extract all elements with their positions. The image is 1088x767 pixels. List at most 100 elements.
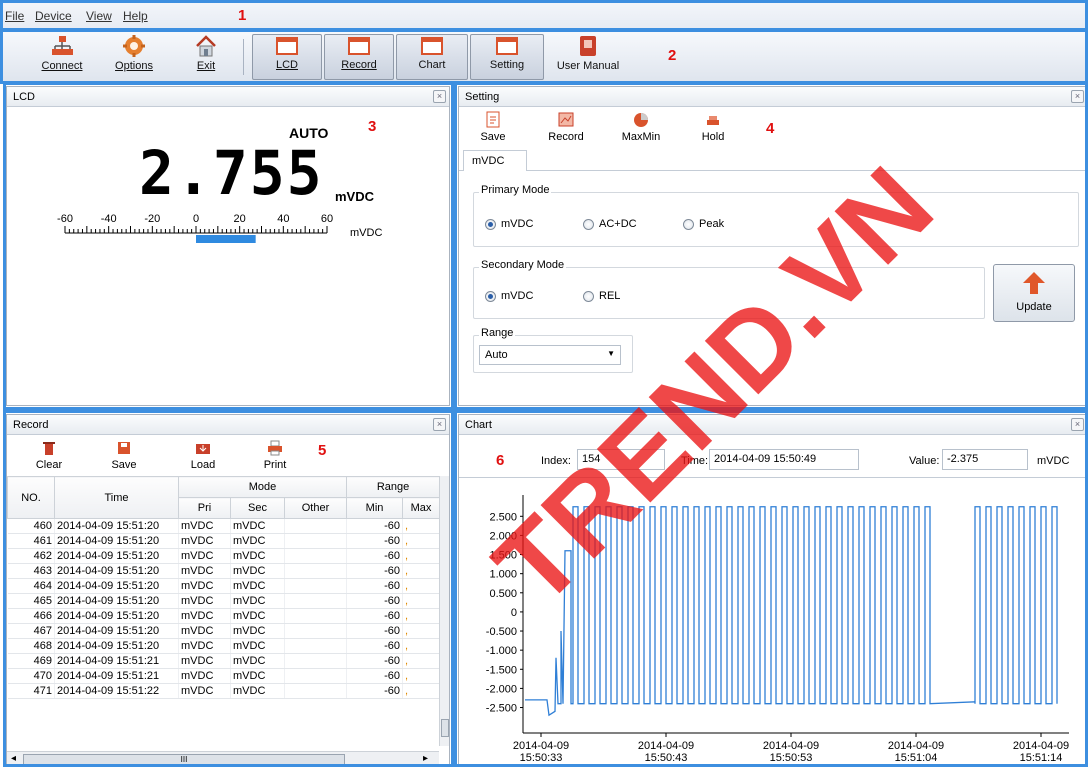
table-row[interactable]: 460 2014-04-09 15:51:20 mVDC mVDC -60,: [7, 518, 441, 534]
record-view-toggle[interactable]: Record: [324, 34, 394, 80]
close-icon[interactable]: ×: [1071, 418, 1084, 431]
tab-strip-border: [459, 170, 1087, 171]
vertical-scrollbar[interactable]: [439, 476, 449, 746]
record-table: NO. Time Mode Range Pri Sec Other Min Ma…: [7, 476, 441, 699]
table-row[interactable]: 470 2014-04-09 15:51:21 mVDC mVDC -60,: [7, 668, 441, 684]
table-cell: [284, 533, 348, 549]
col-header-max[interactable]: Max: [402, 497, 441, 519]
record-save-button[interactable]: Save: [106, 440, 142, 471]
table-cell: 2014-04-09 15:51:20: [54, 563, 179, 579]
table-cell: 467: [7, 623, 55, 639]
options-button[interactable]: Options: [106, 34, 162, 80]
primary-radio-mvdc[interactable]: mVDC: [485, 218, 533, 230]
tab-mvdc[interactable]: mVDC: [463, 150, 527, 171]
maxmin-button[interactable]: MaxMin: [617, 111, 665, 143]
secondary-radio-rel[interactable]: REL: [583, 290, 620, 302]
table-cell: -60: [346, 533, 404, 549]
col-header-min[interactable]: Min: [346, 497, 404, 519]
col-header-no[interactable]: NO.: [7, 476, 55, 519]
print-button[interactable]: Print: [257, 440, 293, 471]
chart-view-toggle[interactable]: Chart: [396, 34, 468, 80]
close-icon[interactable]: ×: [433, 418, 446, 431]
col-header-mode[interactable]: Mode: [177, 476, 348, 498]
col-header-sec[interactable]: Sec: [230, 497, 285, 519]
col-header-time[interactable]: Time: [54, 476, 179, 519]
time-field[interactable]: 2014-04-09 15:50:49: [709, 449, 859, 470]
horizontal-scroll-thumb[interactable]: III: [23, 754, 345, 765]
table-cell: 2014-04-09 15:51:20: [54, 533, 179, 549]
table-row[interactable]: 466 2014-04-09 15:51:20 mVDC mVDC -60,: [7, 608, 441, 624]
record-panel: Record × Clear Save Load Print NO. Time …: [6, 414, 450, 767]
table-row[interactable]: 469 2014-04-09 15:51:21 mVDC mVDC -60,: [7, 653, 441, 669]
table-cell: [284, 638, 348, 654]
menu-view[interactable]: View: [86, 9, 112, 23]
table-cell: -60: [346, 668, 404, 684]
primary-radio-peak[interactable]: Peak: [683, 218, 724, 230]
series-line: [525, 506, 1058, 717]
update-button[interactable]: Update: [993, 264, 1075, 322]
exit-button[interactable]: Exit: [180, 34, 232, 80]
col-header-other[interactable]: Other: [283, 497, 348, 519]
table-cell: 461: [7, 533, 55, 549]
table-row[interactable]: 463 2014-04-09 15:51:20 mVDC mVDC -60,: [7, 563, 441, 579]
connect-button[interactable]: Connect: [34, 34, 90, 80]
setting-save-button[interactable]: Save: [473, 111, 513, 143]
table-cell: ,: [402, 593, 441, 609]
col-header-pri[interactable]: Pri: [178, 497, 231, 519]
horizontal-scrollbar[interactable]: ◂ III ▸: [7, 751, 439, 766]
record-table-body: 460 2014-04-09 15:51:20 mVDC mVDC -60, 461 201…: [7, 518, 441, 699]
index-field[interactable]: 154: [577, 449, 665, 470]
table-cell: 462: [7, 548, 55, 564]
table-cell: -60: [346, 548, 404, 564]
table-row[interactable]: 468 2014-04-09 15:51:20 mVDC mVDC -60,: [7, 638, 441, 654]
menu-device[interactable]: Device: [35, 9, 72, 23]
table-cell: 471: [7, 683, 55, 699]
secondary-radio-mvdc[interactable]: mVDC: [485, 290, 533, 302]
lcd-view-toggle[interactable]: LCD: [252, 34, 322, 80]
table-row[interactable]: 461 2014-04-09 15:51:20 mVDC mVDC -60,: [7, 533, 441, 549]
setting-record-button[interactable]: Record: [543, 111, 589, 143]
table-cell: mVDC: [230, 548, 285, 564]
table-cell: mVDC: [178, 638, 231, 654]
bar-graph-fill: [196, 235, 256, 243]
range-select[interactable]: Auto ▼: [479, 345, 621, 365]
table-cell: mVDC: [230, 563, 285, 579]
scroll-right-icon[interactable]: ▸: [423, 753, 428, 764]
table-row[interactable]: 467 2014-04-09 15:51:20 mVDC mVDC -60,: [7, 623, 441, 639]
y-tick-label: 0.500: [489, 588, 517, 600]
menu-file[interactable]: File: [5, 9, 24, 23]
table-cell: 469: [7, 653, 55, 669]
scroll-left-icon[interactable]: ◂: [11, 753, 16, 764]
vertical-scroll-thumb[interactable]: [441, 719, 449, 737]
table-cell: 465: [7, 593, 55, 609]
table-row[interactable]: 464 2014-04-09 15:51:20 mVDC mVDC -60,: [7, 578, 441, 594]
table-cell: mVDC: [178, 608, 231, 624]
scale-tick-label: 60: [321, 213, 333, 225]
clear-button[interactable]: Clear: [31, 440, 67, 471]
table-cell: ,: [402, 548, 441, 564]
user-manual-button[interactable]: User Manual: [550, 34, 626, 80]
setting-view-toggle[interactable]: Setting: [470, 34, 544, 80]
table-row[interactable]: 471 2014-04-09 15:51:22 mVDC mVDC -60,: [7, 683, 441, 699]
load-button[interactable]: Load: [185, 440, 221, 471]
maxmin-gauge-icon: [634, 113, 648, 127]
table-row[interactable]: 465 2014-04-09 15:51:20 mVDC mVDC -60,: [7, 593, 441, 609]
table-cell: ,: [402, 683, 441, 699]
menu-bar: File Device View Help: [0, 0, 1088, 30]
table-cell: 2014-04-09 15:51:20: [54, 638, 179, 654]
table-cell: mVDC: [178, 668, 231, 684]
col-header-range[interactable]: Range: [346, 476, 441, 498]
menu-help[interactable]: Help: [123, 9, 148, 23]
table-cell: -60: [346, 608, 404, 624]
x-tick-label-time: 15:51:04: [895, 752, 938, 764]
close-icon[interactable]: ×: [433, 90, 446, 103]
table-cell: 2014-04-09 15:51:21: [54, 653, 179, 669]
value-field[interactable]: -2.375: [942, 449, 1028, 470]
primary-radio-acdc[interactable]: AC+DC: [583, 218, 637, 230]
y-tick-label: -1.500: [486, 664, 517, 676]
hold-button[interactable]: Hold: [693, 111, 733, 143]
table-cell: -60: [346, 683, 404, 699]
close-icon[interactable]: ×: [1071, 90, 1084, 103]
table-row[interactable]: 462 2014-04-09 15:51:20 mVDC mVDC -60,: [7, 548, 441, 564]
table-cell: -60: [346, 653, 404, 669]
